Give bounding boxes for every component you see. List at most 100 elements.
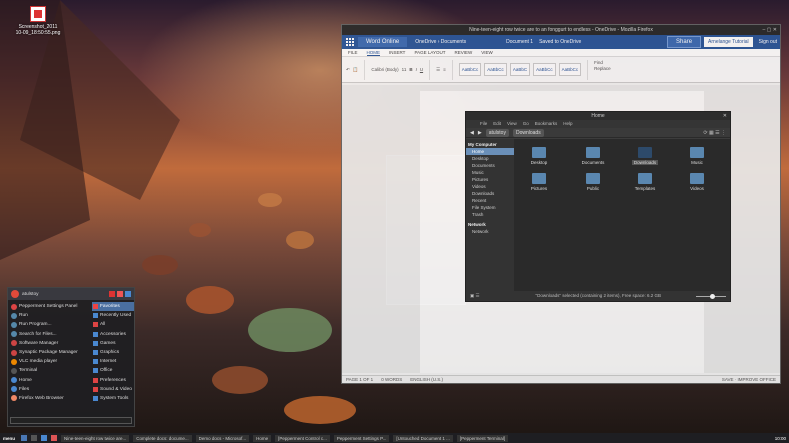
- category-item[interactable]: System Tools: [92, 394, 134, 403]
- style-heading-2[interactable]: AaBbCc: [533, 63, 556, 76]
- tab-view[interactable]: VIEW: [481, 49, 493, 56]
- style-heading-1[interactable]: AaBbC: [509, 63, 531, 76]
- style-normal[interactable]: AaBbCc: [458, 63, 482, 76]
- menu-item[interactable]: Home: [10, 376, 88, 385]
- align-icon[interactable]: ≡: [443, 67, 446, 72]
- menu-go[interactable]: Go: [523, 120, 529, 128]
- taskbar-item[interactable]: [Pepperment Terminal]: [456, 434, 509, 442]
- breadcrumb[interactable]: OneDrive › Documents: [415, 39, 466, 45]
- app-launcher-icon[interactable]: [345, 37, 355, 47]
- sidebar-item-pictures[interactable]: Pictures: [466, 176, 514, 183]
- crumb-home[interactable]: atulstoy: [485, 128, 509, 137]
- folder-documents[interactable]: Documents: [576, 147, 610, 165]
- menu-item[interactable]: Pepperment Settings Panel: [10, 302, 88, 311]
- menu-item[interactable]: Terminal: [10, 366, 88, 375]
- document-name[interactable]: Document 1: [506, 39, 533, 45]
- menu-view[interactable]: View: [507, 120, 517, 128]
- category-item[interactable]: Internet: [92, 357, 134, 366]
- tab-file[interactable]: FILE: [348, 49, 358, 56]
- style-no-spacing[interactable]: AaBbCc: [484, 63, 507, 76]
- category-item[interactable]: Sound & Video: [92, 385, 134, 394]
- sidebar-item-trash[interactable]: Trash: [466, 211, 514, 218]
- improve-office[interactable]: SAVE · IMPROVE OFFICE: [722, 376, 776, 383]
- view-mode-icons[interactable]: ⟳ ▦ ☰ ⋮: [703, 130, 726, 136]
- sidebar-toggle-icon[interactable]: ▣ ☰: [470, 291, 480, 301]
- share-button[interactable]: Share: [667, 36, 702, 48]
- bold-icon[interactable]: B: [409, 67, 412, 72]
- category-item[interactable]: All: [92, 320, 134, 329]
- menu-bookmarks[interactable]: Bookmarks: [535, 120, 558, 128]
- sidebar-item-downloads[interactable]: Downloads: [466, 190, 514, 197]
- tab-home[interactable]: HOME: [366, 49, 381, 56]
- menu-item[interactable]: Synaptic Package Manager: [10, 348, 88, 357]
- window-controls-icon[interactable]: – ▢ ✕: [763, 25, 777, 35]
- menu-item[interactable]: Run: [10, 311, 88, 320]
- browser-launcher-icon[interactable]: [51, 435, 58, 441]
- sidebar-item-music[interactable]: Music: [466, 169, 514, 176]
- category-item[interactable]: Graphics: [92, 348, 134, 357]
- taskbar-item[interactable]: Demo docs - Microsof...: [195, 434, 250, 442]
- folder-desktop[interactable]: Desktop: [522, 147, 556, 165]
- taskbar-item[interactable]: [Pepperment Control c...: [275, 434, 330, 442]
- show-desktop-icon[interactable]: [21, 435, 28, 441]
- undo-icon[interactable]: ↶: [346, 67, 350, 73]
- menu-file[interactable]: File: [480, 120, 487, 128]
- account-name[interactable]: Arnelange Tutorial: [704, 37, 753, 47]
- style-heading-3[interactable]: AaBbCc: [558, 63, 582, 76]
- sidebar-item-file-system[interactable]: File System: [466, 204, 514, 211]
- menu-item[interactable]: Files: [10, 385, 88, 394]
- taskbar-item[interactable]: Home: [253, 434, 272, 442]
- font-select[interactable]: Calibri (Body): [371, 67, 398, 72]
- sidebar-item-videos[interactable]: Videos: [466, 183, 514, 190]
- forward-icon[interactable]: ▶: [478, 130, 482, 136]
- folder-public[interactable]: Public: [576, 173, 610, 191]
- menu-item[interactable]: Firefox Web Browser: [10, 394, 88, 403]
- folder-videos[interactable]: Videos: [680, 173, 714, 191]
- tab-page-layout[interactable]: PAGE LAYOUT: [414, 49, 445, 56]
- logout-icon[interactable]: [117, 291, 123, 297]
- sidebar-item-documents[interactable]: Documents: [466, 162, 514, 169]
- italic-icon[interactable]: I: [416, 67, 417, 72]
- power-icon[interactable]: [125, 291, 131, 297]
- sidebar-item-network[interactable]: Network: [466, 228, 514, 235]
- folder-pictures[interactable]: Pictures: [522, 173, 556, 191]
- sidebar-item-home[interactable]: Home: [466, 148, 514, 155]
- menu-item[interactable]: Search for Files...: [10, 330, 88, 339]
- paste-icon[interactable]: 📋: [353, 67, 359, 73]
- underline-icon[interactable]: U: [420, 67, 423, 72]
- sidebar-item-desktop[interactable]: Desktop: [466, 155, 514, 162]
- zoom-slider[interactable]: [696, 294, 726, 299]
- bullets-icon[interactable]: ☰: [436, 67, 440, 73]
- back-icon[interactable]: ◀: [470, 130, 474, 136]
- font-size-select[interactable]: 11: [402, 67, 407, 72]
- sign-out-link[interactable]: Sign out: [756, 37, 780, 47]
- terminal-launcher-icon[interactable]: [31, 435, 38, 441]
- category-item[interactable]: Recently Used: [92, 311, 134, 320]
- menu-item[interactable]: Run Program...: [10, 320, 88, 329]
- files-launcher-icon[interactable]: [41, 435, 48, 441]
- word-online-brand[interactable]: Word Online: [358, 37, 408, 47]
- tab-review[interactable]: REVIEW: [455, 49, 473, 56]
- desktop-file-icon[interactable]: Screenshot_2011 10-09_18:50:55.png: [12, 6, 64, 36]
- category-item[interactable]: Accessories: [92, 330, 134, 339]
- find-button[interactable]: Find: [594, 60, 603, 65]
- category-item[interactable]: Favorites: [92, 302, 134, 312]
- tab-insert[interactable]: INSERT: [389, 49, 405, 56]
- menu-help[interactable]: Help: [563, 120, 572, 128]
- menu-edit[interactable]: Edit: [493, 120, 501, 128]
- folder-templates[interactable]: Templates: [628, 173, 662, 191]
- folder-downloads[interactable]: Downloads: [628, 147, 662, 165]
- lock-icon[interactable]: [109, 291, 115, 297]
- folder-music[interactable]: Music: [680, 147, 714, 165]
- taskbar-item[interactable]: Nine-teen-eight row twice are...: [61, 434, 130, 442]
- menu-button[interactable]: menu: [3, 436, 15, 441]
- taskbar-item[interactable]: Pepperment Settings P...: [333, 434, 390, 442]
- menu-item[interactable]: Software Manager: [10, 339, 88, 348]
- clock[interactable]: 10:00: [775, 436, 786, 441]
- menu-search-input[interactable]: [10, 417, 132, 424]
- menu-item[interactable]: VLC media player: [10, 357, 88, 366]
- category-item[interactable]: Games: [92, 339, 134, 348]
- crumb-downloads[interactable]: Downloads: [512, 128, 544, 137]
- taskbar-item[interactable]: Complete docs: docume...: [133, 434, 192, 442]
- category-item[interactable]: Preferences: [92, 376, 134, 385]
